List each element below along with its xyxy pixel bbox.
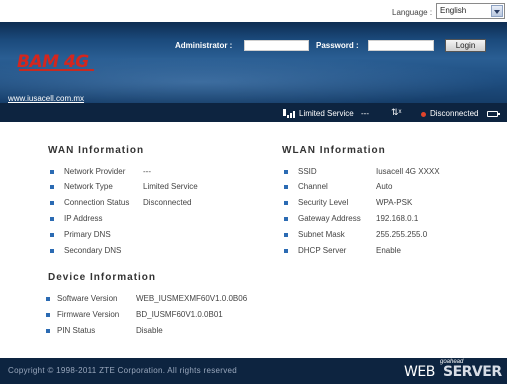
language-label: Language :	[392, 8, 433, 17]
device-section-title: Device Information	[48, 272, 157, 283]
bullet-icon	[50, 185, 54, 189]
brand-logo-underline	[19, 69, 94, 71]
wlan-section-title: WLAN Information	[282, 145, 386, 156]
list-item: Network Provider ---	[50, 167, 250, 179]
list-item: Primary DNS	[50, 230, 250, 242]
list-item: Subnet Mask 255.255.255.0	[284, 230, 494, 242]
list-item: Firmware Version BD_IUSMF60V1.0.0B01	[46, 310, 286, 322]
wan-section-title: WAN Information	[48, 145, 145, 156]
bullet-icon	[50, 233, 54, 237]
bullet-icon	[284, 170, 288, 174]
bullet-icon	[284, 201, 288, 205]
bullet-icon	[284, 249, 288, 253]
list-item: Network Type Limited Service	[50, 182, 250, 194]
bullet-icon	[50, 217, 54, 221]
list-item: Connection Status Disconnected	[50, 198, 250, 210]
language-select[interactable]: English	[436, 3, 505, 19]
list-item: Secondary DNS	[50, 246, 250, 258]
copyright-text: Copyright © 1998-2011 ZTE Corporation. A…	[8, 366, 238, 375]
network-provider-status: ---	[361, 109, 369, 118]
connection-status-dot-icon	[421, 112, 426, 117]
password-input[interactable]	[368, 40, 434, 51]
list-item: Gateway Address 192.168.0.1	[284, 214, 494, 226]
bullet-icon	[50, 170, 54, 174]
footer: Copyright © 1998-2011 ZTE Corporation. A…	[0, 358, 507, 384]
list-item: SSID Iusacell 4G XXXX	[284, 167, 494, 179]
chevron-down-icon[interactable]	[491, 5, 503, 17]
bullet-icon	[284, 217, 288, 221]
bullet-icon	[284, 233, 288, 237]
website-link[interactable]: www.iusacell.com.mx	[8, 94, 84, 103]
bullet-icon	[46, 297, 50, 301]
bullet-icon	[50, 249, 54, 253]
header-banner: BAM 4G www.iusacell.com.mx Administrator…	[0, 22, 507, 103]
list-item: PIN Status Disable	[46, 326, 286, 338]
webserver-badge-web: WEB	[404, 364, 435, 380]
service-status: Limited Service	[299, 109, 354, 118]
bullet-icon	[46, 313, 50, 317]
login-button[interactable]: Login	[445, 39, 486, 52]
top-bar: Language : English	[0, 0, 507, 22]
status-bar: Limited Service --- ⇅ˣ Disconnected	[0, 103, 507, 122]
bullet-icon	[50, 201, 54, 205]
bullet-icon	[46, 329, 50, 333]
list-item: Software Version WEB_IUSMEXMF60V1.0.0B06	[46, 294, 286, 306]
list-item: Security Level WPA-PSK	[284, 198, 494, 210]
webserver-badge-server: SERVER	[443, 364, 502, 380]
password-label: Password :	[316, 41, 359, 50]
connection-status-label: Disconnected	[430, 109, 479, 118]
list-item: DHCP Server Enable	[284, 246, 494, 258]
language-selected-value: English	[440, 6, 467, 15]
battery-icon	[487, 111, 500, 117]
list-item: IP Address	[50, 214, 250, 226]
signal-strength-icon	[283, 109, 296, 118]
administrator-label: Administrator :	[175, 41, 233, 50]
administrator-input[interactable]	[244, 40, 309, 51]
list-item: Channel Auto	[284, 182, 494, 194]
data-transfer-icon: ⇅ˣ	[391, 107, 402, 117]
bullet-icon	[284, 185, 288, 189]
